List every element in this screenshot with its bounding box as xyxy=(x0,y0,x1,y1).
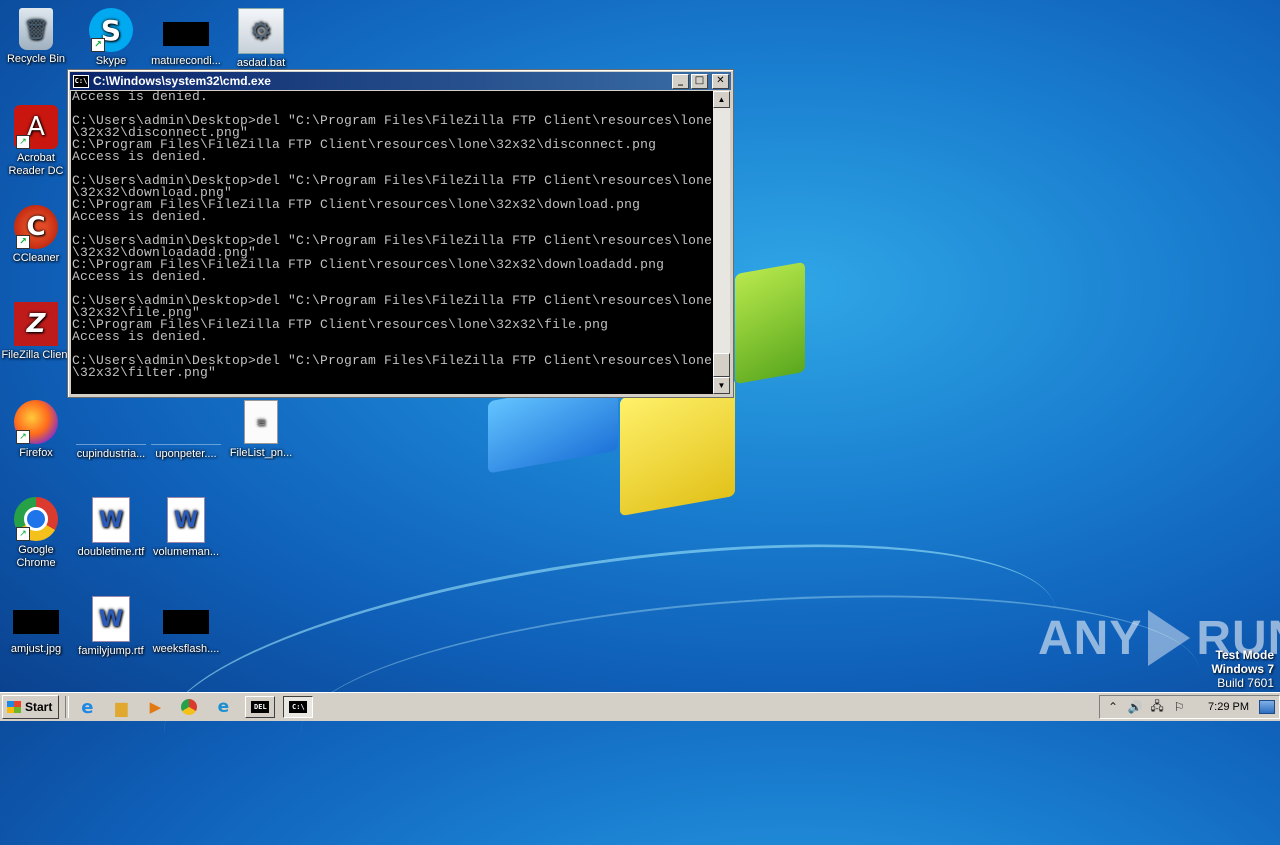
firefox-icon: ↗ xyxy=(14,400,58,444)
vertical-scrollbar[interactable]: ▲ ▼ xyxy=(713,91,730,394)
desktop-icon-amjust[interactable]: amjust.jpg xyxy=(0,596,74,656)
recycle-bin-icon: 🗑 xyxy=(19,8,53,50)
ccleaner-icon: C ↗ xyxy=(14,205,58,249)
shortcut-arrow-icon: ↗ xyxy=(16,135,30,149)
test-mode-label: Test Mode xyxy=(1215,648,1274,662)
desktop-icon-label: Firefox xyxy=(19,447,53,459)
network-icon[interactable]: 🖧 xyxy=(1148,697,1166,718)
task-cmd-icon: C:\ xyxy=(289,701,308,713)
play-logo-icon xyxy=(1148,610,1191,666)
desktop-icon-label: cupindustria... xyxy=(76,448,146,460)
desktop-icon-label: familyjump.rtf xyxy=(78,645,144,657)
console-output-area[interactable]: Access is denied. C:\Users\admin\Desktop… xyxy=(71,91,712,394)
desktop-icon-label: Skype xyxy=(95,55,127,67)
show-hidden-icons-chevron-icon[interactable]: ⌃ xyxy=(1104,700,1122,714)
media-player-icon[interactable]: ▶ xyxy=(143,696,167,718)
clock[interactable]: 7:29 PM xyxy=(1208,701,1249,713)
desktop-icon-maturecondi[interactable]: maturecondi... xyxy=(148,8,224,68)
desktop-icon-label: FileZilla Client xyxy=(1,349,71,361)
scroll-up-button[interactable]: ▲ xyxy=(713,91,730,108)
volume-icon[interactable]: 🔊 xyxy=(1126,700,1144,714)
minimize-button[interactable]: _ xyxy=(672,73,689,89)
shortcut-arrow-icon: ↗ xyxy=(91,38,105,52)
desktop-icon-label: doubletime.rtf xyxy=(77,546,145,558)
word-document-icon: W xyxy=(167,497,205,543)
desktop-icon-doubletime[interactable]: W doubletime.rtf xyxy=(73,497,149,559)
desktop-icon-recycle-bin[interactable]: 🗑 Recycle Bin xyxy=(0,8,74,66)
maximize-button[interactable]: □ xyxy=(691,73,708,89)
start-label: Start xyxy=(25,700,53,714)
image-file-icon xyxy=(13,610,59,634)
chrome-icon[interactable] xyxy=(177,696,201,718)
flag-icon[interactable]: ⚐ xyxy=(1170,700,1188,714)
explorer-icon[interactable]: ▆ xyxy=(109,696,133,718)
desktop-icon-label: Recycle Bin xyxy=(6,53,66,65)
desktop-icon-label: Acrobat Reader DC xyxy=(8,152,64,177)
chrome-icon: ↗ xyxy=(14,497,58,541)
desktop-icon-label: Google Chrome xyxy=(16,544,56,569)
desktop-icon-label: volumeman... xyxy=(152,546,220,558)
desktop-icon-filezilla[interactable]: Z FileZilla Client xyxy=(0,302,74,362)
desktop-icon-skype[interactable]: S ↗ Skype xyxy=(73,8,149,68)
test-mode-notice: Test Mode Windows 7 Build 7601 xyxy=(1211,648,1274,690)
filezilla-icon: Z xyxy=(14,302,58,346)
build-label: Build 7601 xyxy=(1217,676,1274,690)
desktop-icon-label: maturecondi... xyxy=(151,55,221,67)
shortcut-arrow-icon: ↗ xyxy=(16,430,30,444)
cmd-titlebar[interactable]: C:\ C:\Windows\system32\cmd.exe _ □ ✕ xyxy=(70,72,731,90)
start-button[interactable]: Start xyxy=(2,695,60,719)
desktop-icon-asdad-bat[interactable]: ⚙ asdad.bat xyxy=(223,8,299,70)
cmd-app-icon[interactable]: C:\ xyxy=(73,74,89,88)
batch-file-icon: ⚙ xyxy=(238,8,284,54)
wallpaper-logo-yellow xyxy=(620,377,735,517)
show-desktop-button[interactable] xyxy=(1259,700,1275,714)
desktop-icon-firefox[interactable]: ↗ Firefox xyxy=(0,400,74,460)
ie-icon[interactable]: e xyxy=(75,696,99,718)
cmd-window-title: C:\Windows\system32\cmd.exe xyxy=(93,74,271,88)
wallpaper-logo-green xyxy=(735,261,805,385)
windows-flag-icon xyxy=(7,701,21,713)
desktop-icon-familyjump[interactable]: W familyjump.rtf xyxy=(73,596,149,658)
edge-icon[interactable]: e xyxy=(211,696,235,718)
word-document-icon: W xyxy=(92,497,130,543)
desktop-icon-volumeman[interactable]: W volumeman... xyxy=(148,497,224,559)
scroll-down-button[interactable]: ▼ xyxy=(713,377,730,394)
file-icon xyxy=(76,422,146,445)
desktop-icon-weeksflash[interactable]: weeksflash.... xyxy=(148,596,224,656)
close-button[interactable]: ✕ xyxy=(712,73,729,89)
text-file-icon: ≡ xyxy=(244,400,278,444)
scrollbar-thumb[interactable] xyxy=(713,353,730,377)
taskbar-separator xyxy=(65,696,70,718)
system-tray: ⌃ 🔊 🖧 ⚐ 7:29 PM xyxy=(1099,695,1280,719)
desktop-icon-label: amjust.jpg xyxy=(10,643,62,655)
os-label: Windows 7 xyxy=(1211,662,1274,676)
desktop-icon-label: FileList_pn... xyxy=(229,447,293,459)
desktop-icon-label: uponpeter.... xyxy=(155,448,217,460)
watermark-text-left: ANY xyxy=(1038,611,1143,665)
desktop-icon-ccleaner[interactable]: C ↗ CCleaner xyxy=(0,205,74,265)
image-file-icon xyxy=(163,22,209,46)
word-document-icon: W xyxy=(92,596,130,642)
desktop-icon-cupindustria[interactable]: cupindustria... xyxy=(73,400,149,461)
acrobat-reader-icon: A ↗ xyxy=(14,105,58,149)
task-cmd-window[interactable]: C:\ xyxy=(283,696,314,718)
desktop-icon-google-chrome[interactable]: ↗ Google Chrome xyxy=(0,497,74,570)
file-icon xyxy=(151,422,221,445)
desktop-icon-label: weeksflash.... xyxy=(152,643,220,655)
skype-icon: S ↗ xyxy=(89,8,133,52)
desktop-icon-label: CCleaner xyxy=(12,252,60,264)
cmd-window[interactable]: C:\ C:\Windows\system32\cmd.exe _ □ ✕ Ac… xyxy=(67,69,734,398)
task-del-icon: DEL xyxy=(251,701,270,713)
image-file-icon xyxy=(163,610,209,634)
desktop-icon-uponpeter[interactable]: uponpeter.... xyxy=(148,400,224,461)
taskbar: Start e ▆ ▶ e DEL C:\ ⌃ 🔊 🖧 ⚐ 7:29 PM xyxy=(0,692,1280,721)
desktop-icon-acrobat[interactable]: A ↗ Acrobat Reader DC xyxy=(0,105,74,178)
shortcut-arrow-icon: ↗ xyxy=(16,527,30,541)
console-output-text: Access is denied. C:\Users\admin\Desktop… xyxy=(72,91,712,380)
shortcut-arrow-icon: ↗ xyxy=(16,235,30,249)
cmd-body[interactable]: Access is denied. C:\Users\admin\Desktop… xyxy=(71,91,730,394)
task-del-window[interactable]: DEL xyxy=(245,696,276,718)
desktop-icon-filelist[interactable]: ≡ FileList_pn... xyxy=(223,400,299,460)
wallpaper-streak xyxy=(148,498,1072,845)
